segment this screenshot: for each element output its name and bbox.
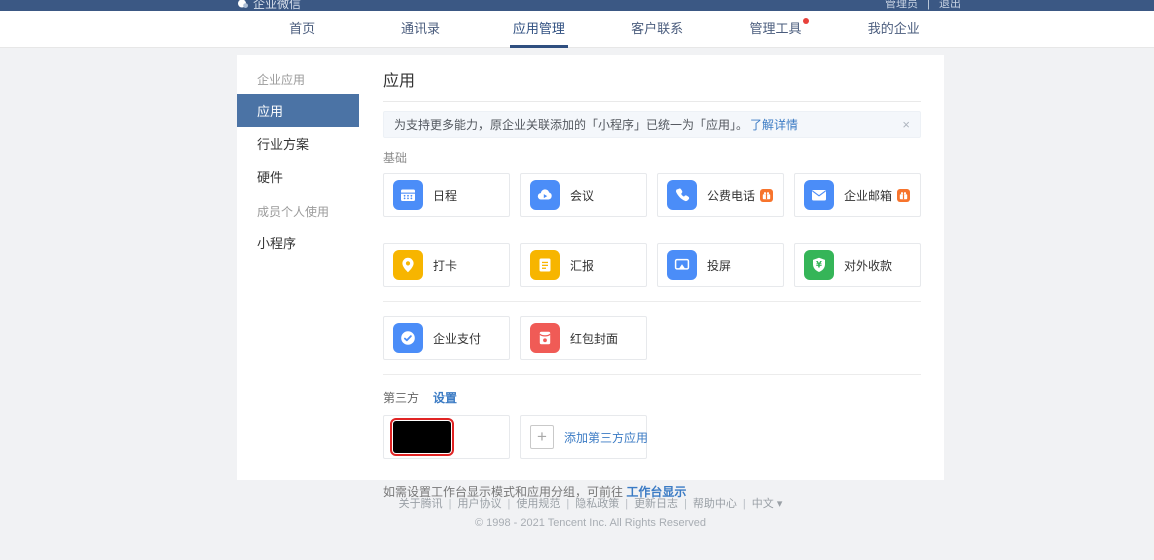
sidebar-group-personal-use: 成员个人使用 [237,193,359,226]
title-divider [383,101,921,102]
nav-app-management[interactable]: 应用管理 [480,11,598,48]
content-panel: 企业应用 应用 行业方案 硬件 成员个人使用 小程序 应用 为支持更多能力，原企… [237,55,944,480]
close-icon[interactable]: × [902,118,910,131]
notice-learn-more-link[interactable]: 了解详情 [750,116,798,133]
nav-home[interactable]: 首页 [243,11,361,48]
nav-customer-contact[interactable]: 客户联系 [598,11,716,48]
notice-banner: 为支持更多能力，原企业关联添加的「小程序」已统一为「应用」。 了解详情 × [383,111,921,138]
logout-link[interactable]: 退出 [939,0,961,10]
pay-icon [393,323,423,353]
topbar-account-area: 管理员 | 退出 [882,0,964,11]
wework-logo-icon [237,0,249,10]
sidebar: 企业应用 应用 行业方案 硬件 成员个人使用 小程序 [237,55,359,480]
nav-my-company[interactable]: 我的企业 [835,11,953,48]
notification-dot [803,18,809,24]
app-name: 对外收款 [844,257,892,274]
add-third-party-label: 添加第三方应用 [564,429,648,446]
third-party-settings-link[interactable]: 设置 [433,389,457,406]
svg-text:¥: ¥ [816,261,822,271]
base-apps-grid: 日程 会议 公费电话 [383,173,921,287]
app-name: 日程 [433,187,457,204]
app-card-meeting[interactable]: 会议 [520,173,647,217]
app-name: 打卡 [433,257,457,274]
gift-badge-icon [897,189,910,202]
nav-contacts[interactable]: 通讯录 [361,11,479,48]
app-card-enterprise-pay[interactable]: 企业支付 [383,316,510,360]
footer: 关于腾讯 | 用户协议 | 使用规范 | 隐私政策 | 更新日志 | 帮助中心 | 中文 ▾ © 199… [237,495,944,529]
third-party-app-card[interactable] [383,415,510,459]
app-card-report[interactable]: 汇报 [520,243,647,287]
app-name: 企业支付 [433,330,481,347]
app-card-screencast[interactable]: 投屏 [657,243,784,287]
notice-text: 为支持更多能力，原企业关联添加的「小程序」已统一为「应用」。 [394,116,748,133]
sidebar-group-enterprise-apps: 企业应用 [237,61,359,94]
app-name: 汇报 [570,257,594,274]
sidebar-item-hardware[interactable]: 硬件 [237,160,359,193]
account-name[interactable]: 管理员 [885,0,918,10]
brand: 企业微信 [237,0,301,11]
sidebar-item-apps[interactable]: 应用 [237,94,359,127]
nav-admin-tools-label: 管理工具 [749,21,801,36]
app-card-mail[interactable]: 企业邮箱 [794,173,921,217]
third-party-grid: + 添加第三方应用 [383,415,921,459]
screencast-icon [667,250,697,280]
footer-separator: | [625,498,628,510]
calendar-icon [393,180,423,210]
footer-separator: | [684,498,687,510]
footer-link-about[interactable]: 关于腾讯 [399,498,443,510]
plus-icon: + [530,425,554,449]
red-packet-icon [530,323,560,353]
footer-link-help-center[interactable]: 帮助中心 [693,498,737,510]
add-third-party-app-button[interactable]: + 添加第三方应用 [520,415,647,459]
meeting-icon [530,180,560,210]
footer-link-changelog[interactable]: 更新日志 [634,498,678,510]
app-card-red-packet-cover[interactable]: 红包封面 [520,316,647,360]
sidebar-item-miniprogram[interactable]: 小程序 [237,226,359,259]
nav-admin-tools[interactable]: 管理工具 [716,11,834,48]
footer-separator: | [743,498,746,510]
redaction-highlight [390,418,454,456]
top-dark-bar: 企业微信 管理员 | 退出 [0,0,1154,11]
extra-apps-grid: 企业支付 红包封面 [383,316,921,360]
redacted-app [393,421,451,453]
main-navbar: 首页 通讯录 应用管理 客户联系 管理工具 我的企业 [0,11,1154,48]
mail-icon [804,180,834,210]
app-name: 投屏 [707,257,731,274]
gift-badge-icon [760,189,773,202]
footer-links: 关于腾讯 | 用户协议 | 使用规范 | 隐私政策 | 更新日志 | 帮助中心 | 中文 ▾ [237,495,944,511]
section-divider [383,374,921,375]
app-card-free-call[interactable]: 公费电话 [657,173,784,217]
phone-icon [667,180,697,210]
section-divider [383,301,921,302]
page-title: 应用 [383,67,921,91]
app-card-checkin[interactable]: 打卡 [383,243,510,287]
footer-language-label: 中文 [752,498,774,510]
collect-money-icon: ¥ [804,250,834,280]
checkin-pin-icon [393,250,423,280]
footer-separator: | [449,498,452,510]
footer-link-user-agreement[interactable]: 用户协议 [457,498,501,510]
brand-label: 企业微信 [253,0,301,11]
app-card-collect-money[interactable]: ¥ 对外收款 [794,243,921,287]
app-name: 红包封面 [570,330,618,347]
copyright: © 1998 - 2021 Tencent Inc. All Rights Re… [237,517,944,529]
nav-items: 首页 通讯录 应用管理 客户联系 管理工具 我的企业 [243,11,953,48]
sidebar-item-industry-solutions[interactable]: 行业方案 [237,127,359,160]
footer-language-selector[interactable]: 中文 ▾ [752,498,783,510]
app-name: 公费电话 [707,187,755,204]
topbar-separator: | [927,0,930,10]
main-content: 应用 为支持更多能力，原企业关联添加的「小程序」已统一为「应用」。 了解详情 ×… [359,55,945,480]
report-icon [530,250,560,280]
app-card-schedule[interactable]: 日程 [383,173,510,217]
third-party-label: 第三方 [383,389,419,406]
caret-down-icon: ▾ [777,498,783,510]
footer-link-usage-rules[interactable]: 使用规范 [516,498,560,510]
app-name: 企业邮箱 [844,187,892,204]
third-party-header: 第三方 设置 [383,389,921,406]
footer-separator: | [507,498,510,510]
app-name: 会议 [570,187,594,204]
footer-link-privacy[interactable]: 隐私政策 [575,498,619,510]
base-section-label: 基础 [383,149,921,166]
footer-separator: | [566,498,569,510]
